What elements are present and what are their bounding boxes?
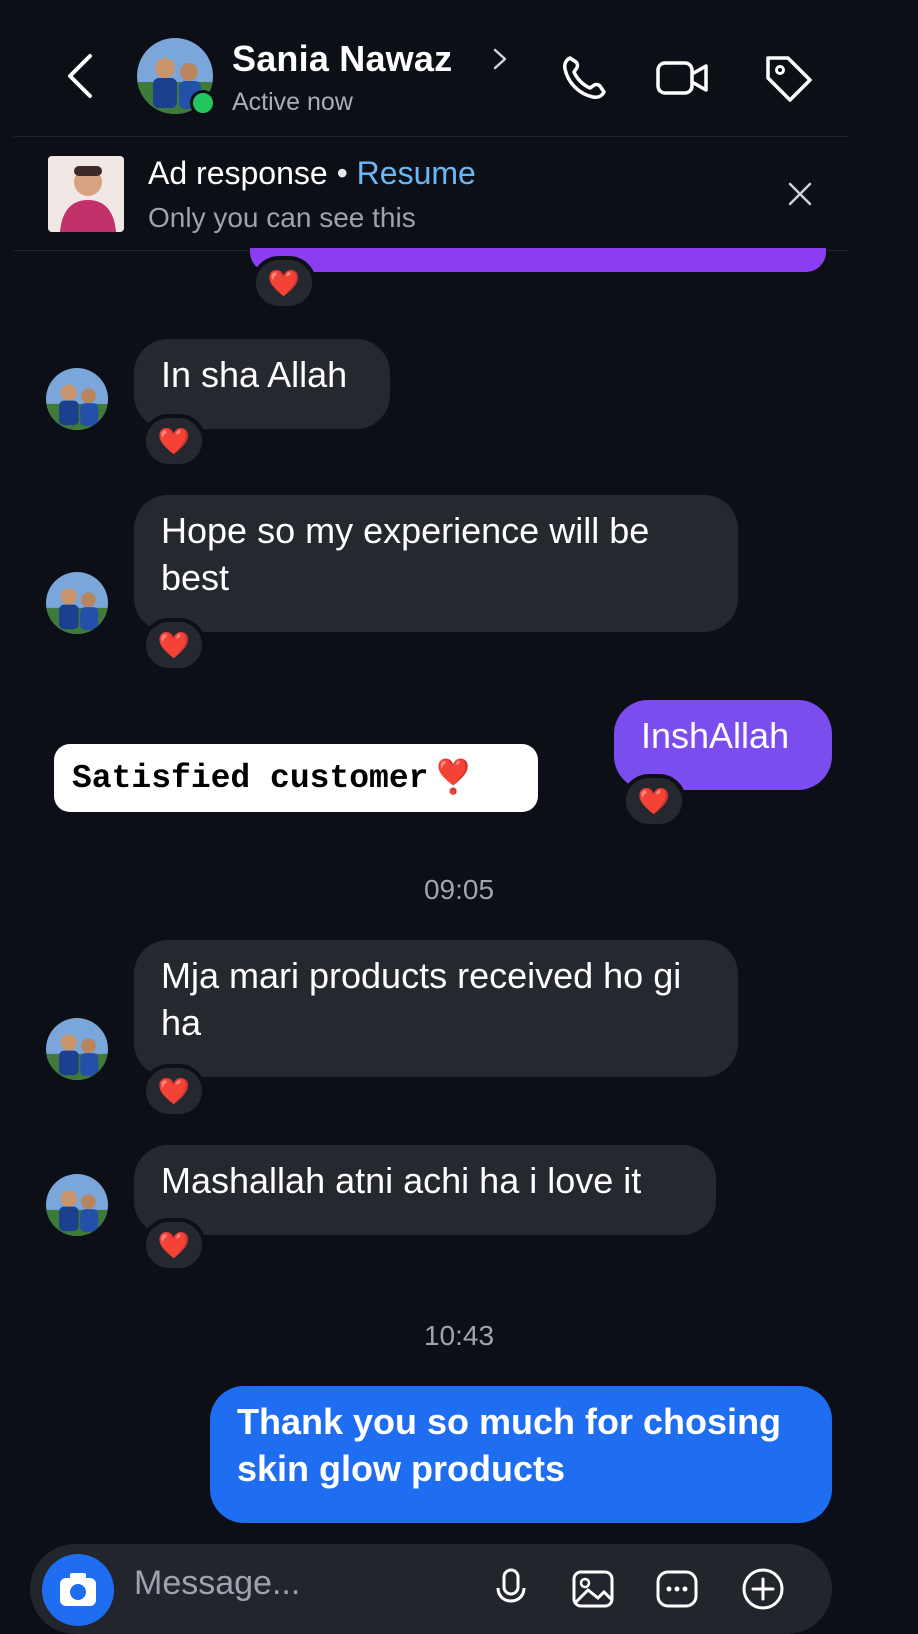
timestamp: 10:43 [423,1320,495,1351]
badge-text: Satisfied customer [72,759,429,797]
video-camera-icon[interactable] [654,50,710,106]
contact-status: Active now [232,88,353,116]
heart-emoji: ❤️ [637,785,671,816]
sender-avatar[interactable] [46,1018,108,1080]
heart-emoji: ❤️ [157,629,191,660]
ad-response-title: Ad response • Resume [148,155,476,192]
avatar-image [46,1018,108,1080]
microphone-icon[interactable] [488,1566,534,1612]
ad-privacy-note: Only you can see this [148,202,416,233]
sender-avatar[interactable] [46,1174,108,1236]
reaction-badge[interactable]: ❤️ [142,1064,206,1118]
heart-exclamation-emoji: ❣️ [432,761,474,798]
sender-avatar[interactable] [46,572,108,634]
back-button[interactable] [62,52,102,100]
ad-separator: • [336,155,348,191]
satisfied-customer-badge: Satisfied customer ❣️ [54,744,538,812]
sender-avatar[interactable] [46,368,108,430]
back-arrow-icon [68,54,92,98]
ad-response-label: Ad response [148,155,328,191]
reaction-badge[interactable]: ❤️ [622,774,686,828]
avatar-image [46,1174,108,1236]
camera-button[interactable] [42,1554,114,1626]
reaction-badge[interactable]: ❤️ [142,618,206,672]
phone-icon[interactable] [556,50,612,106]
timestamp: 09:05 [423,874,495,905]
heart-emoji: ❤️ [267,267,301,298]
message-bubble-outgoing[interactable]: Thank you so much for chosing skin glow … [210,1386,832,1523]
online-indicator [190,90,216,116]
contact-name[interactable]: Sania Nawaz [232,38,452,80]
close-icon[interactable] [786,180,814,208]
heart-emoji: ❤️ [157,1229,191,1260]
add-icon[interactable] [740,1566,786,1612]
heart-emoji: ❤️ [157,1075,191,1106]
ad-thumbnail[interactable] [48,156,124,232]
message-bubble-incoming[interactable]: Mashallah atni achi ha i love it [134,1145,716,1235]
message-bubble-incoming[interactable]: Mja mari products received ho gi ha [134,940,738,1077]
ad-thumbnail-image [48,156,124,232]
heart-emoji: ❤️ [157,425,191,456]
tag-icon[interactable] [760,50,816,106]
camera-icon [60,1573,96,1606]
reaction-badge[interactable]: ❤️ [142,414,206,468]
reaction-badge[interactable]: ❤️ [252,256,316,310]
chevron-right-icon[interactable] [490,44,510,74]
reaction-badge[interactable]: ❤️ [142,1218,206,1272]
message-input[interactable]: Message... [134,1564,300,1603]
gallery-icon[interactable] [570,1566,616,1612]
avatar-image [46,572,108,634]
avatar-image [46,368,108,430]
header-divider [14,136,848,137]
previous-outgoing-bubble [250,248,826,272]
message-bubble-incoming[interactable]: Hope so my experience will be best [134,495,738,632]
resume-link[interactable]: Resume [357,155,476,191]
sticker-icon[interactable] [654,1566,700,1612]
